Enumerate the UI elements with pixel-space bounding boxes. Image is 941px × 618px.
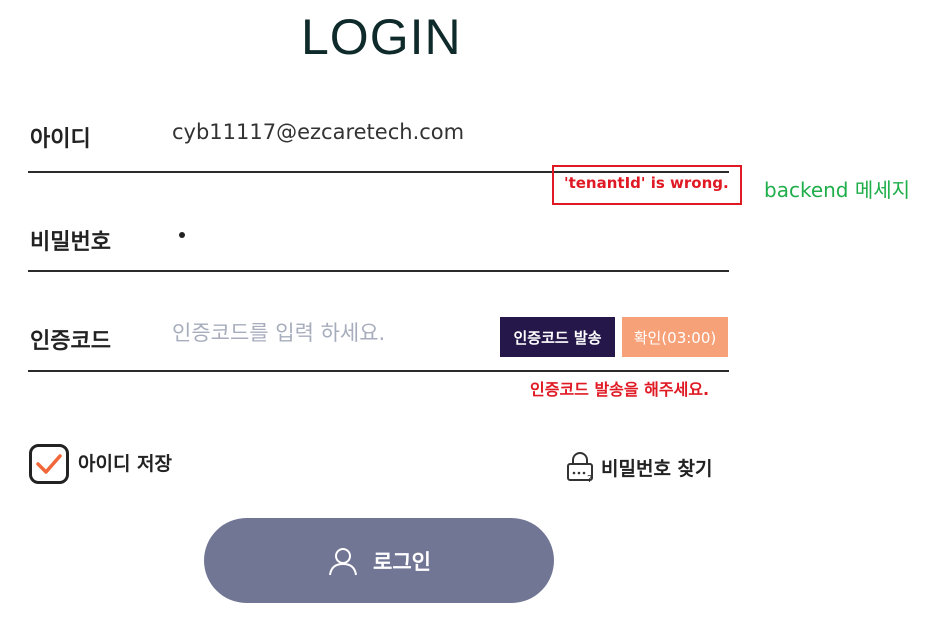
- auth-code-error-message: 인증코드 발송을 해주세요.: [530, 380, 710, 399]
- id-label: 아이디: [30, 127, 91, 152]
- auth-code-input[interactable]: [172, 321, 492, 345]
- login-button[interactable]: 로그인: [204, 518, 554, 603]
- backend-annotation: backend 메세지: [764, 178, 911, 202]
- remember-id-checkbox[interactable]: [29, 444, 69, 484]
- checkbox-checked-icon: [29, 444, 69, 484]
- password-label: 비밀번호: [30, 230, 111, 255]
- login-button-label: 로그인: [373, 549, 431, 574]
- id-input[interactable]: [172, 120, 552, 144]
- id-error-message: 'tenantId' is wrong.: [564, 174, 729, 192]
- auth-code-underline: [28, 370, 729, 372]
- send-code-button[interactable]: 인증코드 발송: [500, 317, 615, 357]
- page-title: LOGIN: [301, 9, 462, 65]
- user-icon: [329, 547, 358, 575]
- login-page: LOGIN 아이디 'tenantId' is wrong. backend 메…: [0, 0, 941, 618]
- lock-icon: ?: [567, 452, 593, 483]
- confirm-code-button[interactable]: 확인(03:00): [622, 317, 728, 357]
- password-input[interactable]: [179, 232, 185, 238]
- remember-id-label[interactable]: 아이디 저장: [78, 449, 172, 476]
- find-password-link[interactable]: ? 비밀번호 찾기: [565, 450, 713, 484]
- find-password-label: 비밀번호 찾기: [601, 457, 713, 480]
- password-underline: [28, 270, 729, 272]
- auth-code-label: 인증코드: [30, 329, 111, 354]
- svg-text:?: ?: [587, 474, 592, 483]
